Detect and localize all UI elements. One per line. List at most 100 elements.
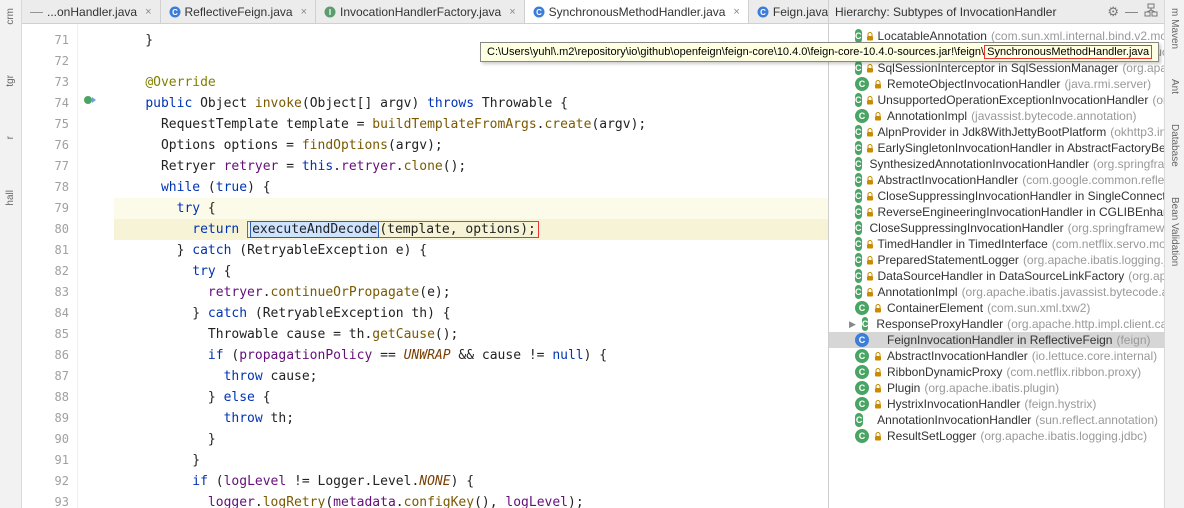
- lock-icon: [866, 256, 874, 265]
- hierarchy-item-package: (org.apache.ibatis.javassist.bytecode.an…: [962, 285, 1164, 299]
- hierarchy-item[interactable]: CTimedHandler in TimedInterface (com.net…: [829, 236, 1164, 252]
- override-marker-icon[interactable]: [82, 93, 98, 107]
- class-icon: C: [855, 285, 862, 299]
- hierarchy-item[interactable]: CCloseSuppressingInvocationHandler in Si…: [829, 188, 1164, 204]
- class-icon: C: [855, 157, 862, 171]
- hierarchy-item-package: (java.rmi.server): [1064, 77, 1151, 91]
- class-icon: C: [855, 125, 862, 139]
- code-editor[interactable]: } @Override public Object invoke(Object[…: [104, 24, 828, 508]
- hierarchy-item-name: FeignInvocationHandler in ReflectiveFeig…: [887, 333, 1112, 347]
- hierarchy-item[interactable]: C EarlySingletonInvocationHandler in Abst…: [829, 140, 1164, 156]
- hierarchy-item-name: UnsupportedOperationExceptionInvocationH…: [878, 93, 1149, 107]
- hierarchy-item[interactable]: CFeignInvocationHandler in ReflectiveFei…: [829, 332, 1164, 348]
- close-icon[interactable]: ×: [145, 6, 151, 18]
- lock-icon: [873, 112, 883, 121]
- right-tool-item[interactable]: m Maven: [1169, 8, 1180, 49]
- hierarchy-item[interactable]: ▶CResponseProxyHandler (org.apache.http.…: [829, 316, 1164, 332]
- lock-icon: [866, 128, 874, 137]
- hierarchy-item[interactable]: CRibbonDynamicProxy (com.netflix.ribbon.…: [829, 364, 1164, 380]
- right-tool-item[interactable]: Bean Validation: [1169, 197, 1180, 266]
- class-icon: C: [855, 429, 869, 443]
- class-icon: C: [855, 109, 869, 123]
- editor-main: —...onHandler.java× C ReflectiveFeign.java…: [22, 0, 828, 508]
- hierarchy-item-package: (org.apache.ibatis.logging.jdbc): [980, 429, 1147, 443]
- hierarchy-item-package: (okhttp3.inte: [1110, 125, 1164, 139]
- hierarchy-item[interactable]: CPlugin (org.apache.ibatis.plugin): [829, 380, 1164, 396]
- hierarchy-item-name: ReverseEngineeringInvocationHandler in C…: [878, 205, 1165, 219]
- hierarchy-item-package: (io.lettuce.core.internal): [1032, 349, 1157, 363]
- hierarchy-item-name: PreparedStatementLogger: [878, 253, 1019, 267]
- minimize-icon[interactable]: —: [1125, 4, 1138, 19]
- hierarchy-item[interactable]: CResultSetLogger (org.apache.ibatis.logg…: [829, 428, 1164, 444]
- lock-icon: [873, 352, 883, 361]
- hierarchy-item[interactable]: CAnnotationInvocationHandler (sun.reflec…: [829, 412, 1164, 428]
- gear-icon[interactable]: ⚙: [1107, 4, 1119, 20]
- left-tool-item[interactable]: tgr: [5, 75, 16, 87]
- close-icon[interactable]: ×: [733, 6, 739, 18]
- hierarchy-tree[interactable]: CLocatableAnnotation (com.sun.xml.intern…: [829, 24, 1164, 508]
- tab-label: SynchronousMethodHandler.java: [549, 5, 726, 19]
- expand-arrow-icon[interactable]: ▶: [849, 319, 856, 330]
- class-icon: C: [855, 349, 869, 363]
- editor-tab[interactable]: CFeign.java×: [749, 0, 828, 23]
- left-tool-item[interactable]: crm: [5, 8, 16, 25]
- lock-icon: [873, 432, 883, 441]
- right-tool-item[interactable]: Database: [1169, 124, 1180, 167]
- hierarchy-item[interactable]: CSqlSessionInterceptor in SqlSessionMana…: [829, 60, 1164, 76]
- hierarchy-item[interactable]: CContainerElement (com.sun.xml.txw2): [829, 300, 1164, 316]
- hierarchy-item-package: (org.springframewo: [1068, 221, 1164, 235]
- right-tool-strip: m Maven Ant Database Bean Validation: [1164, 0, 1184, 508]
- tab-label: InvocationHandlerFactory.java: [340, 5, 501, 19]
- hierarchy-item[interactable]: CUnsupportedOperationExceptionInvocation…: [829, 92, 1164, 108]
- hierarchy-item-name: EarlySingletonInvocationHandler in Abstr…: [878, 141, 1165, 155]
- class-icon: C: [855, 237, 862, 251]
- close-icon[interactable]: ×: [509, 6, 515, 18]
- class-icon: C: [855, 381, 869, 395]
- hierarchy-item[interactable]: CSynthesizedAnnotationInvocationHandler …: [829, 156, 1164, 172]
- hierarchy-panel: Hierarchy: Subtypes of InvocationHandler…: [828, 0, 1164, 508]
- hierarchy-item-package: (com.netflix.servo.monit: [1052, 237, 1164, 251]
- editor-tab[interactable]: —...onHandler.java×: [22, 0, 161, 23]
- hierarchy-item-package: (org.apach: [1128, 269, 1164, 283]
- hierarchy-item[interactable]: CAnnotationImpl (org.apache.ibatis.javas…: [829, 284, 1164, 300]
- editor-tab[interactable]: IInvocationHandlerFactory.java×: [316, 0, 525, 23]
- lock-icon: [873, 368, 883, 377]
- editor-tab[interactable]: C SynchronousMethodHandler.java ×: [525, 0, 749, 23]
- hierarchy-item[interactable]: CReverseEngineeringInvocationHandler in …: [829, 204, 1164, 220]
- hierarchy-item-name: SynthesizedAnnotationInvocationHandler: [870, 157, 1089, 171]
- editor-tab[interactable]: C ReflectiveFeign.java ×: [161, 0, 317, 23]
- hierarchy-item-package: (com.sun.xml.internal.bind.v2.mode: [991, 29, 1164, 43]
- hierarchy-item-package: (org.apache.ibatis.plugin): [924, 381, 1059, 395]
- marker-gutter: [78, 24, 104, 508]
- svg-text:C: C: [172, 8, 178, 17]
- editor-tab-bar: —...onHandler.java× C ReflectiveFeign.java…: [22, 0, 828, 24]
- class-icon: C: [855, 141, 862, 155]
- hierarchy-item-name: SqlSessionInterceptor in SqlSessionManag…: [878, 61, 1119, 75]
- hierarchy-item-name: AbstractInvocationHandler: [887, 349, 1028, 363]
- hierarchy-item[interactable]: CCloseSuppressingInvocationHandler (org.…: [829, 220, 1164, 236]
- close-icon[interactable]: ×: [301, 6, 307, 18]
- hierarchy-header: Hierarchy: Subtypes of InvocationHandler…: [829, 0, 1164, 24]
- right-tool-item[interactable]: Ant: [1169, 79, 1180, 94]
- hierarchy-item[interactable]: CPreparedStatementLogger (org.apache.iba…: [829, 252, 1164, 268]
- hierarchy-item[interactable]: CAlpnProvider in Jdk8WithJettyBootPlatfo…: [829, 124, 1164, 140]
- left-tool-item[interactable]: hall: [5, 190, 16, 206]
- lock-icon: [866, 144, 874, 153]
- hierarchy-item[interactable]: CDataSourceHandler in DataSourceLinkFact…: [829, 268, 1164, 284]
- class-icon: C: [855, 413, 863, 427]
- hierarchy-title: Hierarchy: Subtypes of InvocationHandler: [835, 5, 1101, 19]
- hierarchy-item[interactable]: CAnnotationImpl (javassist.bytecode.anno…: [829, 108, 1164, 124]
- hierarchy-item-package: (org.springfra: [1093, 157, 1164, 171]
- hierarchy-subtype-icon[interactable]: [1144, 3, 1158, 20]
- hierarchy-item[interactable]: C AbstractInvocationHandler (io.lettuce.c…: [829, 348, 1164, 364]
- lock-icon: [866, 288, 874, 297]
- hierarchy-item[interactable]: CHystrixInvocationHandler (feign.hystrix…: [829, 396, 1164, 412]
- hierarchy-item[interactable]: CAbstractInvocationHandler (com.google.c…: [829, 172, 1164, 188]
- left-tool-item[interactable]: r: [5, 136, 16, 139]
- hierarchy-item[interactable]: CRemoteObjectInvocationHandler (java.rmi…: [829, 76, 1164, 92]
- class-icon: C: [855, 365, 869, 379]
- svg-text:C: C: [536, 8, 542, 17]
- lock-icon: [873, 400, 883, 409]
- hierarchy-item-package: (org.apache: [1122, 61, 1164, 75]
- tab-label: ReflectiveFeign.java: [185, 5, 293, 19]
